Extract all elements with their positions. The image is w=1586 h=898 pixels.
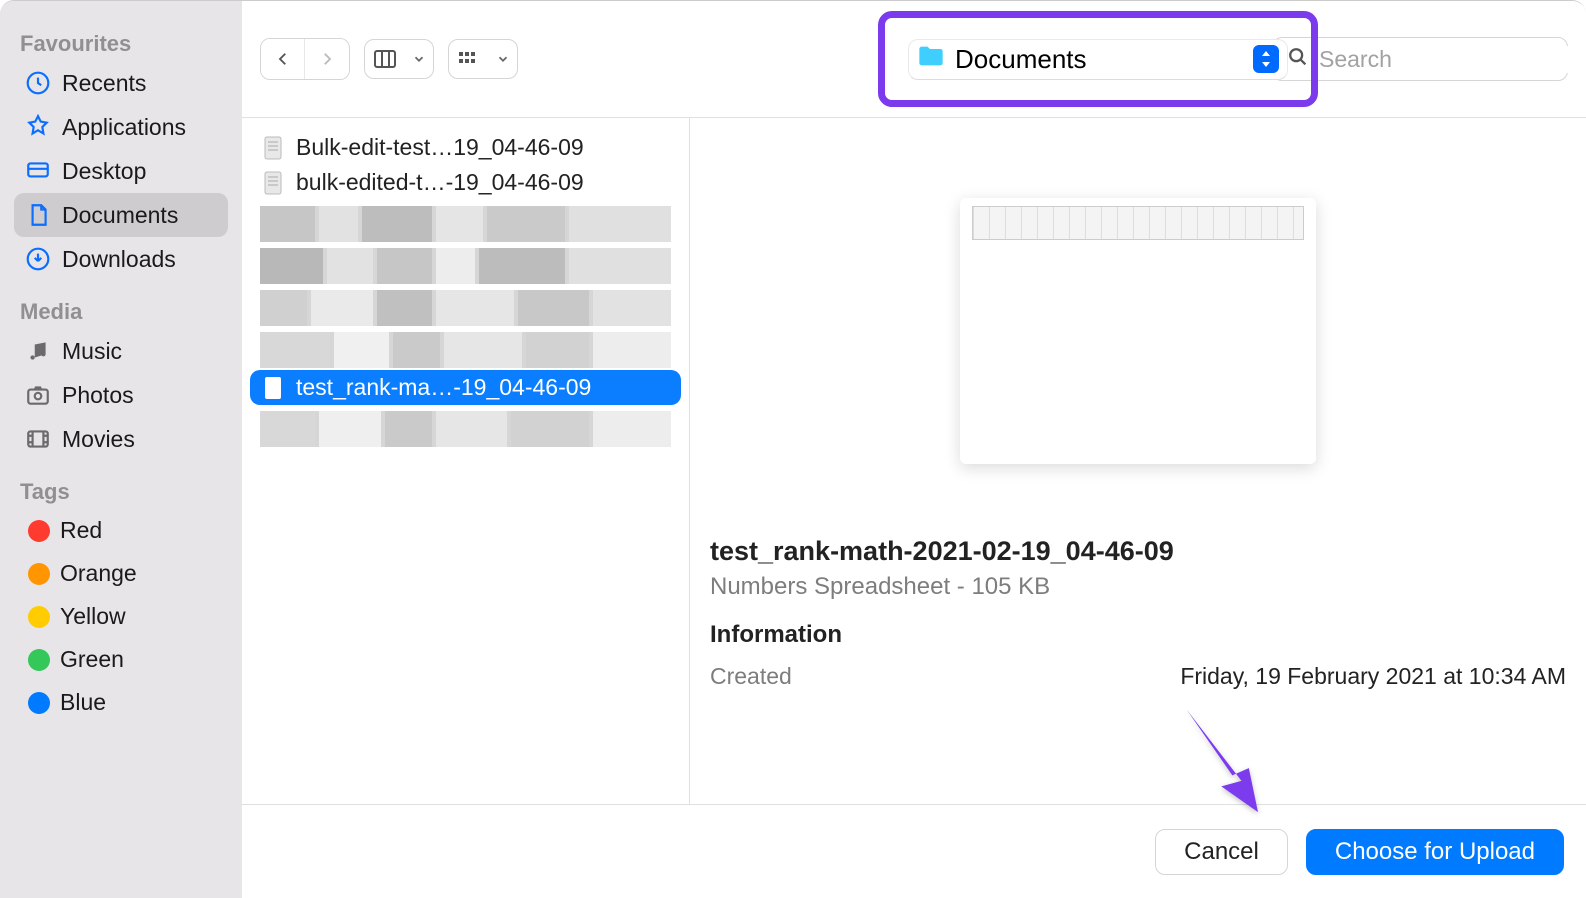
- camera-icon: [24, 381, 52, 409]
- sidebar-item-documents[interactable]: Documents: [14, 193, 228, 237]
- folder-icon: [917, 44, 945, 75]
- sidebar-item-desktop[interactable]: Desktop: [14, 149, 228, 193]
- tag-dot-icon: [28, 606, 50, 628]
- chevron-down-icon: [405, 52, 433, 66]
- meta-label: Created: [710, 663, 792, 690]
- music-icon: [24, 337, 52, 365]
- sidebar-item-recents[interactable]: Recents: [14, 61, 228, 105]
- path-dropdown[interactable]: Documents: [908, 39, 1288, 80]
- sidebar-item-label: Red: [60, 517, 102, 544]
- annotation-highlight: Documents: [878, 11, 1318, 107]
- preview-info-heading: Information: [710, 621, 1566, 649]
- window-body: Favourites Recents Applications Desktop: [0, 1, 1586, 898]
- group-by-selector[interactable]: [448, 39, 518, 79]
- preview-meta-row: Created Friday, 19 February 2021 at 10:3…: [710, 663, 1566, 690]
- sidebar-tag-orange[interactable]: Orange: [14, 552, 228, 595]
- sidebar-item-applications[interactable]: Applications: [14, 105, 228, 149]
- tag-dot-icon: [28, 692, 50, 714]
- nav-back-button[interactable]: [261, 39, 305, 79]
- app-icon: [24, 113, 52, 141]
- preview-thumbnail: [960, 198, 1316, 464]
- sidebar-heading-media: Media: [14, 299, 228, 325]
- file-row-selected[interactable]: test_rank-ma…-19_04-46-09: [250, 370, 681, 405]
- file-open-dialog: Favourites Recents Applications Desktop: [0, 0, 1586, 898]
- sidebar-tag-green[interactable]: Green: [14, 638, 228, 681]
- sidebar-item-label: Green: [60, 646, 124, 673]
- main-panel: Documents: [242, 1, 1586, 898]
- blurred-row: [260, 206, 671, 242]
- sidebar-item-label: Downloads: [62, 246, 176, 273]
- meta-value: Friday, 19 February 2021 at 10:34 AM: [1180, 663, 1566, 690]
- download-icon: [24, 245, 52, 273]
- sidebar-item-photos[interactable]: Photos: [14, 373, 228, 417]
- blurred-row: [260, 290, 671, 326]
- sidebar-item-label: Documents: [62, 202, 178, 229]
- file-row[interactable]: bulk-edited-t…-19_04-46-09: [242, 165, 689, 200]
- sidebar-item-label: Movies: [62, 426, 135, 453]
- sidebar-item-music[interactable]: Music: [14, 329, 228, 373]
- sidebar-item-movies[interactable]: Movies: [14, 417, 228, 461]
- file-name: bulk-edited-t…-19_04-46-09: [296, 169, 584, 196]
- file-column[interactable]: Bulk-edit-test…19_04-46-09 bulk-edited-t…: [242, 118, 690, 804]
- grid-grouping-icon: [449, 40, 489, 78]
- bottom-bar: Cancel Choose for Upload: [242, 804, 1586, 898]
- sidebar-item-label: Blue: [60, 689, 106, 716]
- file-row[interactable]: Bulk-edit-test…19_04-46-09: [242, 130, 689, 165]
- sidebar-heading-tags: Tags: [14, 479, 228, 505]
- nav-forward-button[interactable]: [305, 39, 349, 79]
- cancel-button[interactable]: Cancel: [1155, 829, 1288, 875]
- file-name: Bulk-edit-test…19_04-46-09: [296, 134, 584, 161]
- preview-title: test_rank-math-2021-02-19_04-46-09: [710, 536, 1566, 567]
- preview-subtitle: Numbers Spreadsheet - 105 KB: [710, 573, 1566, 601]
- blurred-row: [260, 411, 671, 447]
- sidebar-item-label: Photos: [62, 382, 134, 409]
- spreadsheet-icon: [260, 135, 286, 161]
- sidebar-item-label: Yellow: [60, 603, 126, 630]
- chevron-down-icon: [489, 52, 517, 66]
- sidebar-item-label: Recents: [62, 70, 146, 97]
- file-name: test_rank-ma…-19_04-46-09: [296, 374, 591, 401]
- toolbar: Documents: [242, 1, 1586, 117]
- sidebar: Favourites Recents Applications Desktop: [0, 1, 242, 898]
- view-mode-selector[interactable]: [364, 39, 434, 79]
- nav-group: [260, 38, 350, 80]
- chevron-right-icon: [318, 49, 336, 69]
- sidebar-item-downloads[interactable]: Downloads: [14, 237, 228, 281]
- content-area: Bulk-edit-test…19_04-46-09 bulk-edited-t…: [242, 117, 1586, 804]
- sidebar-item-label: Orange: [60, 560, 137, 587]
- movies-icon: [24, 425, 52, 453]
- search-input[interactable]: [1319, 46, 1586, 73]
- column-view-icon: [365, 40, 405, 78]
- doc-icon: [24, 201, 52, 229]
- tag-dot-icon: [28, 649, 50, 671]
- chevron-left-icon: [274, 49, 292, 69]
- sidebar-tag-red[interactable]: Red: [14, 509, 228, 552]
- spreadsheet-icon: [260, 170, 286, 196]
- sidebar-tag-blue[interactable]: Blue: [14, 681, 228, 724]
- sidebar-item-label: Applications: [62, 114, 186, 141]
- sidebar-item-label: Desktop: [62, 158, 146, 185]
- sidebar-tag-yellow[interactable]: Yellow: [14, 595, 228, 638]
- sidebar-item-label: Music: [62, 338, 122, 365]
- choose-for-upload-button[interactable]: Choose for Upload: [1306, 829, 1564, 875]
- path-label: Documents: [955, 44, 1087, 75]
- desktop-icon: [24, 157, 52, 185]
- tag-dot-icon: [28, 520, 50, 542]
- sidebar-heading-favourites: Favourites: [14, 31, 228, 57]
- updown-icon: [1253, 45, 1279, 73]
- blurred-row: [260, 248, 671, 284]
- tag-dot-icon: [28, 563, 50, 585]
- blurred-row: [260, 332, 671, 368]
- spreadsheet-icon: [260, 375, 286, 401]
- clock-icon: [24, 69, 52, 97]
- preview-pane: test_rank-math-2021-02-19_04-46-09 Numbe…: [690, 118, 1586, 804]
